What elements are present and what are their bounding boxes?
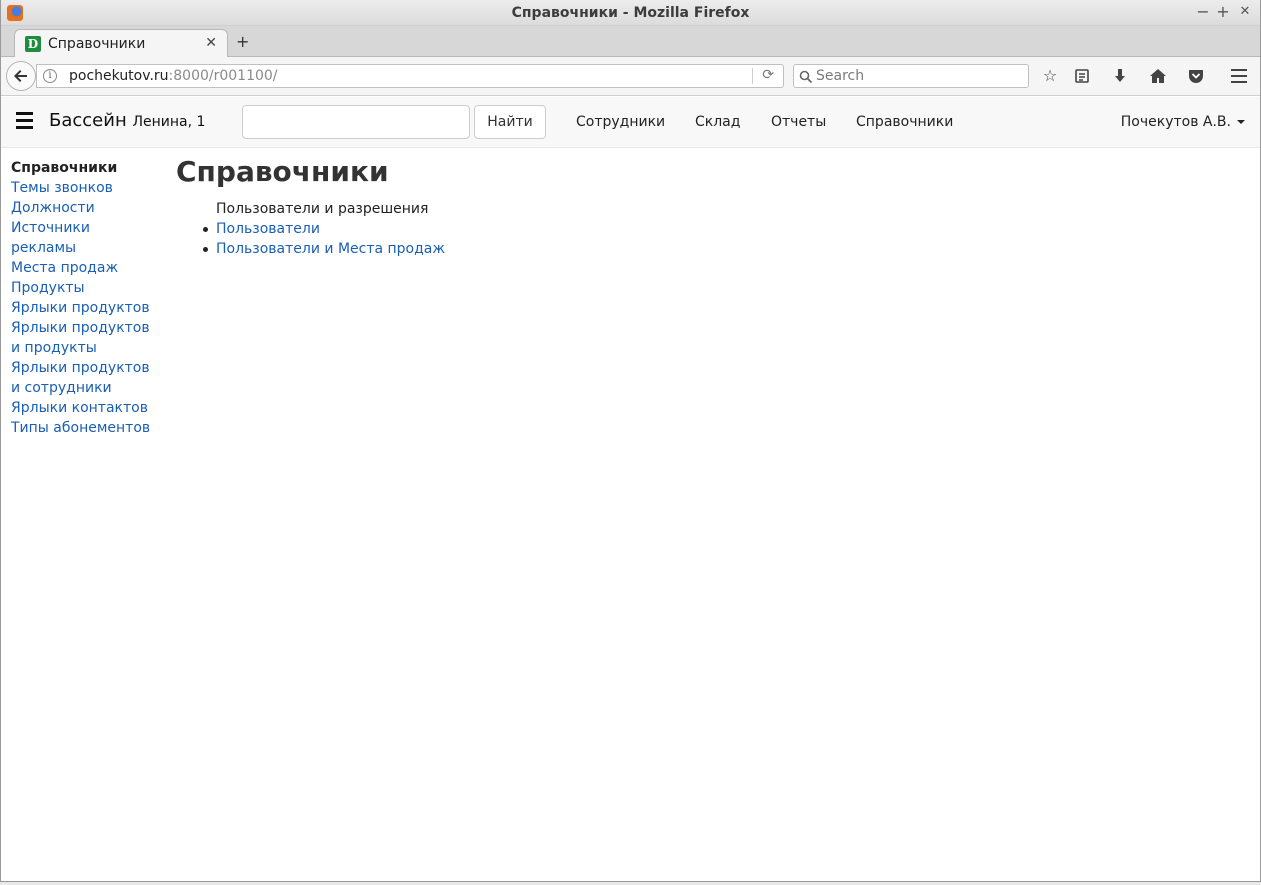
browser-search-input[interactable] <box>816 67 1021 85</box>
pocket-icon[interactable] <box>1186 66 1206 86</box>
nav-link-reports[interactable]: Отчеты <box>771 114 826 130</box>
list-item: Пользователи и Места продаж <box>203 239 1176 259</box>
url-separator <box>752 68 753 84</box>
group-label: Пользователи и разрешения <box>216 201 429 217</box>
user-name: Почекутов А.В. <box>1120 114 1231 130</box>
new-tab-button[interactable]: + <box>236 32 249 51</box>
url-text[interactable]: pochekutov.ru:8000/r001100/ <box>69 68 278 84</box>
tab-title: Справочники <box>48 36 146 52</box>
main-content: Справочники Пользователи и разрешения По… <box>176 155 1176 259</box>
window-border-left <box>0 0 1 885</box>
bullet-icon <box>203 247 208 252</box>
browser-tab[interactable]: D Справочники ✕ <box>14 29 228 58</box>
close-window-button[interactable]: ✕ <box>1236 3 1254 21</box>
address-bar[interactable]: i pochekutov.ru:8000/r001100/ ⟳ <box>36 64 784 88</box>
page-title: Справочники <box>176 155 389 188</box>
tab-close-icon[interactable]: ✕ <box>205 35 217 51</box>
hamburger-menu-icon[interactable] <box>16 112 33 129</box>
browser-search-box[interactable] <box>793 64 1029 88</box>
browser-navbar: i pochekutov.ru:8000/r001100/ ⟳ ☆ <box>0 57 1261 96</box>
sidebar-item-contact-labels[interactable]: Ярлыки контактов <box>11 398 156 418</box>
sidebar-title: Справочники <box>11 160 118 176</box>
minimize-button[interactable]: − <box>1194 3 1212 21</box>
sidebar-item-ad-sources[interactable]: Источники рекламы <box>11 218 156 258</box>
bookmark-star-icon[interactable]: ☆ <box>1040 66 1060 86</box>
nav-link-directories[interactable]: Справочники <box>856 114 953 130</box>
maximize-button[interactable]: + <box>1214 3 1232 21</box>
reload-icon[interactable]: ⟳ <box>762 67 774 83</box>
site-info-icon[interactable]: i <box>43 69 57 83</box>
list-item: Пользователи <box>203 219 1176 239</box>
sidebar-item-call-topics[interactable]: Темы звонков <box>11 178 156 198</box>
url-host: pochekutov.ru <box>69 68 169 84</box>
link-list: Пользователи Пользователи и Места продаж <box>203 219 1176 259</box>
window-title: Справочники - Mozilla Firefox <box>511 5 750 21</box>
reading-list-icon[interactable] <box>1072 66 1092 86</box>
nav-link-employees[interactable]: Сотрудники <box>576 114 665 130</box>
caret-down-icon <box>1237 120 1245 124</box>
back-button[interactable] <box>6 61 36 91</box>
sidebar-item-product-labels-employees[interactable]: Ярлыки продуктов и сотрудники <box>11 358 156 398</box>
sidebar-item-subscription-types[interactable]: Типы абонементов <box>11 418 156 438</box>
sidebar: Справочники Темы звонков Должности Источ… <box>11 158 156 438</box>
site-search-input[interactable] <box>242 105 470 139</box>
nav-link-warehouse[interactable]: Склад <box>695 114 740 130</box>
site-navbar: Бассейн Ленина, 1 Найти Сотрудники Склад… <box>0 97 1261 148</box>
window-border-bottom <box>0 881 1261 885</box>
link-users-sales-points[interactable]: Пользователи и Места продаж <box>216 241 445 257</box>
download-icon[interactable] <box>1110 66 1130 86</box>
user-menu[interactable]: Почекутов А.В. <box>1121 114 1245 130</box>
site-favicon-icon: D <box>25 36 41 52</box>
back-arrow-icon <box>14 70 27 82</box>
brand-title: Бассейн <box>49 110 127 131</box>
window-titlebar: Справочники - Mozilla Firefox − + ✕ <box>0 0 1261 26</box>
brand[interactable]: Бассейн Ленина, 1 <box>49 110 205 131</box>
bullet-icon <box>203 227 208 232</box>
sidebar-item-product-labels[interactable]: Ярлыки продуктов <box>11 298 156 318</box>
url-path: :8000/r001100/ <box>168 68 278 84</box>
sidebar-item-positions[interactable]: Должности <box>11 198 156 218</box>
menu-icon[interactable] <box>1229 66 1249 86</box>
brand-subtitle: Ленина, 1 <box>132 114 206 130</box>
sidebar-item-products[interactable]: Продукты <box>11 278 156 298</box>
search-icon <box>799 70 813 84</box>
find-button[interactable]: Найти <box>474 105 546 139</box>
tab-strip: D Справочники ✕ <box>0 26 1261 58</box>
home-icon[interactable] <box>1148 66 1168 86</box>
link-users[interactable]: Пользователи <box>216 221 320 237</box>
sidebar-item-sales-points[interactable]: Места продаж <box>11 258 156 278</box>
sidebar-item-product-labels-products[interactable]: Ярлыки продуктов и продукты <box>11 318 156 358</box>
